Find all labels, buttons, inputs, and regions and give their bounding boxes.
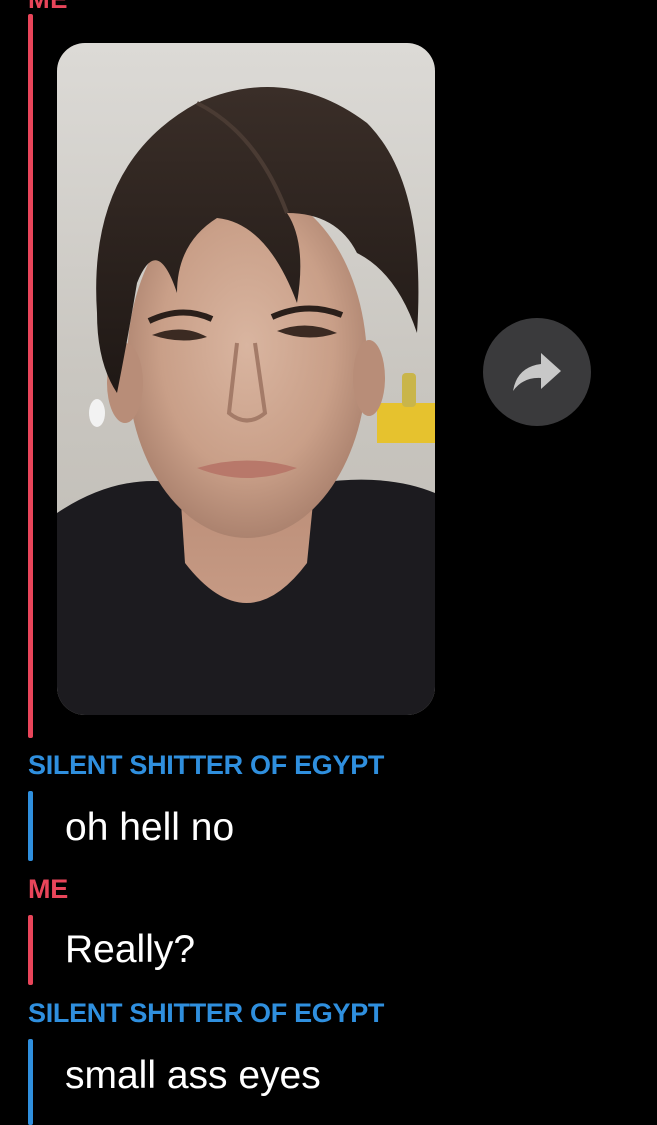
sender-label-me: ME <box>28 874 68 904</box>
sender-bar-me <box>28 915 33 985</box>
sender-label-friend: SILENT SHITTER OF EGYPT <box>28 750 385 780</box>
share-button[interactable] <box>483 318 591 426</box>
message-text: small ass eyes <box>65 1054 321 1097</box>
portrait-photo <box>57 43 435 715</box>
message-text: oh hell no <box>65 806 235 849</box>
sender-bar-friend <box>28 791 33 861</box>
sender-label-friend: SILENT SHITTER OF EGYPT <box>28 998 385 1028</box>
photo-snap[interactable] <box>57 43 435 715</box>
sender-bar-friend <box>28 1039 33 1125</box>
share-arrow-icon <box>513 353 561 391</box>
message-text: Really? <box>65 928 196 971</box>
sender-bar-me <box>28 14 33 738</box>
sender-label-me-top: ME <box>28 0 68 15</box>
